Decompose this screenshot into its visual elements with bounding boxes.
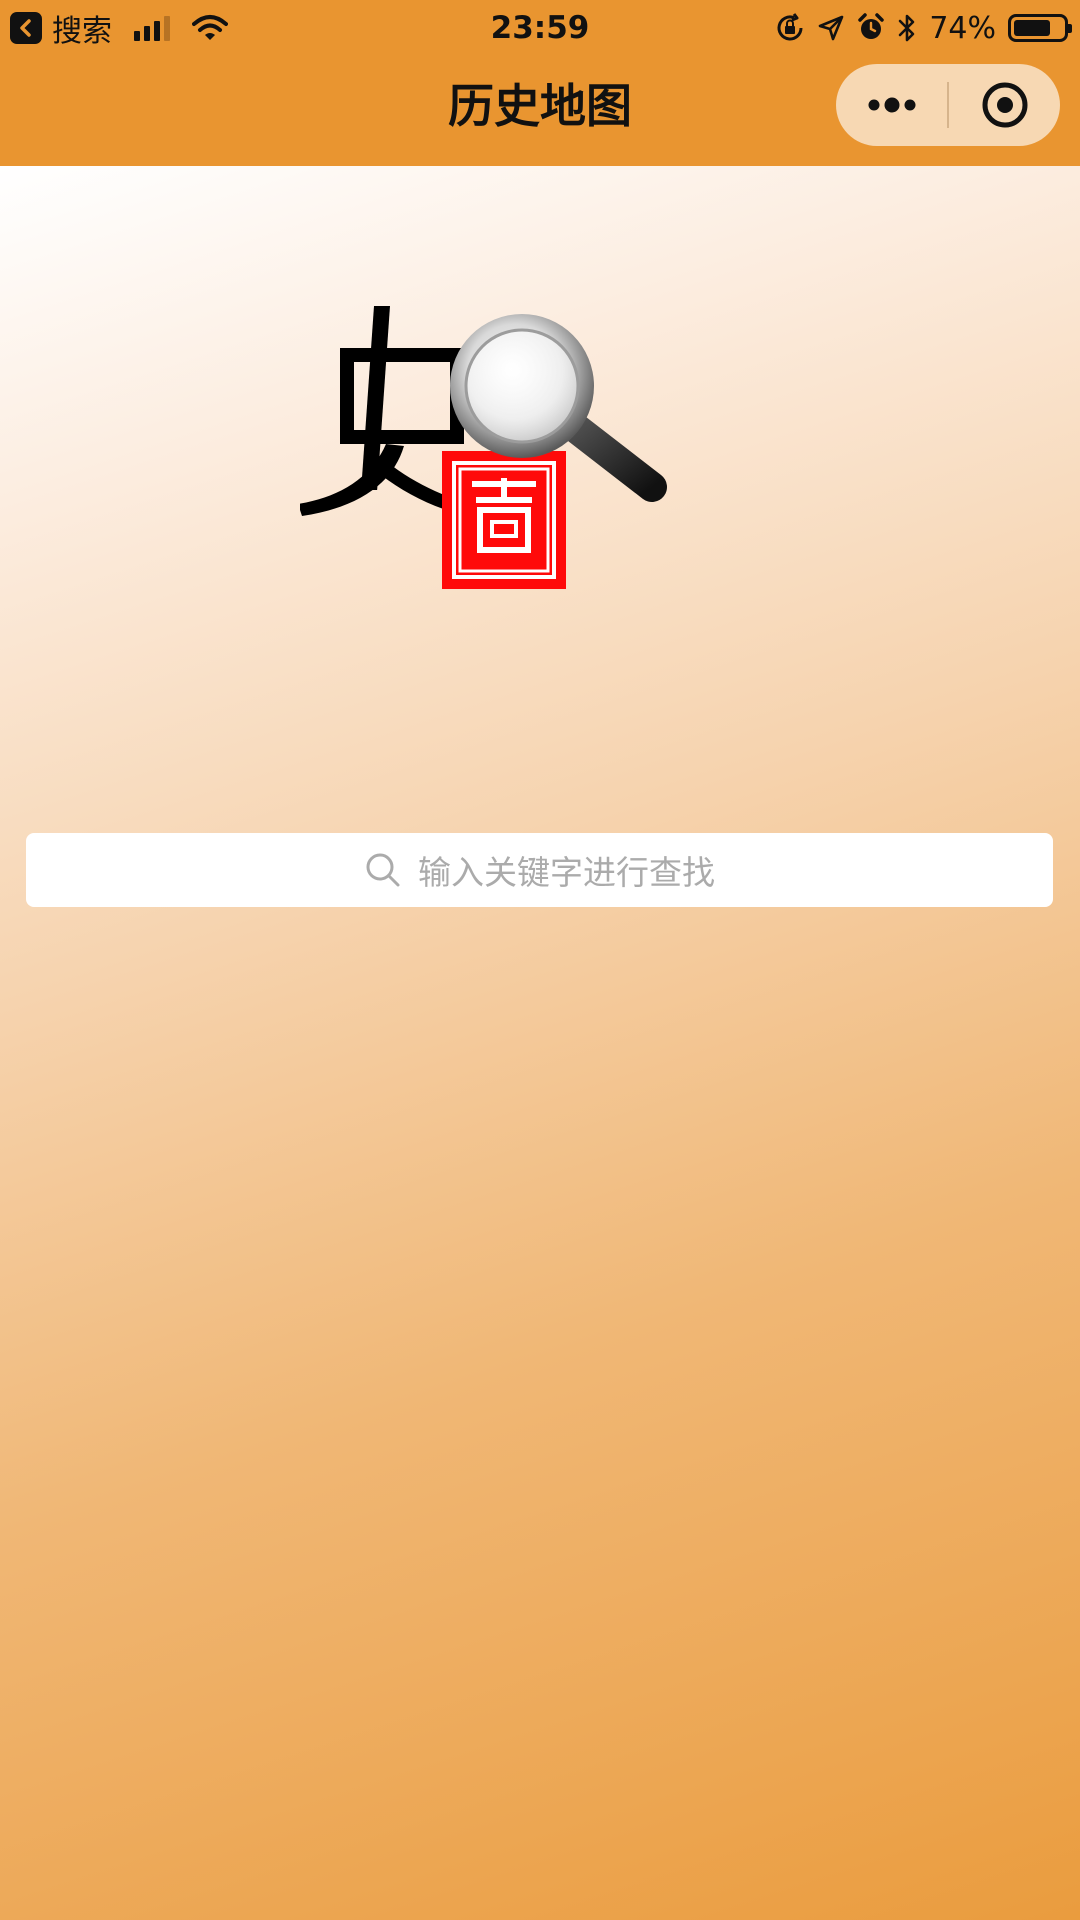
search-placeholder: 输入关键字进行查找 bbox=[418, 853, 715, 892]
status-bar: 搜索 23:59 74% bbox=[0, 0, 1080, 54]
menu-capsule bbox=[836, 64, 1060, 146]
close-miniprogram-button[interactable] bbox=[949, 64, 1060, 146]
battery-fill bbox=[1014, 20, 1050, 36]
app-logo bbox=[300, 306, 667, 589]
more-button[interactable] bbox=[836, 64, 947, 146]
battery-icon bbox=[1008, 14, 1072, 42]
target-circle-icon bbox=[982, 82, 1027, 128]
logo-tu-seal bbox=[442, 451, 566, 589]
alarm-icon bbox=[858, 13, 885, 39]
main-content: 输入关键字进行查找 bbox=[0, 166, 1080, 1920]
orientation-lock-icon bbox=[777, 13, 803, 41]
battery-percent: 74% bbox=[929, 10, 996, 46]
location-arrow-icon bbox=[819, 15, 844, 41]
search-input[interactable]: 输入关键字进行查找 bbox=[26, 833, 1053, 907]
nav-bar: 历史地图 bbox=[0, 54, 1080, 166]
more-dots-icon bbox=[868, 97, 915, 113]
status-right: 74% bbox=[775, 8, 1072, 48]
bluetooth-icon bbox=[899, 14, 915, 42]
search-icon bbox=[366, 853, 400, 887]
